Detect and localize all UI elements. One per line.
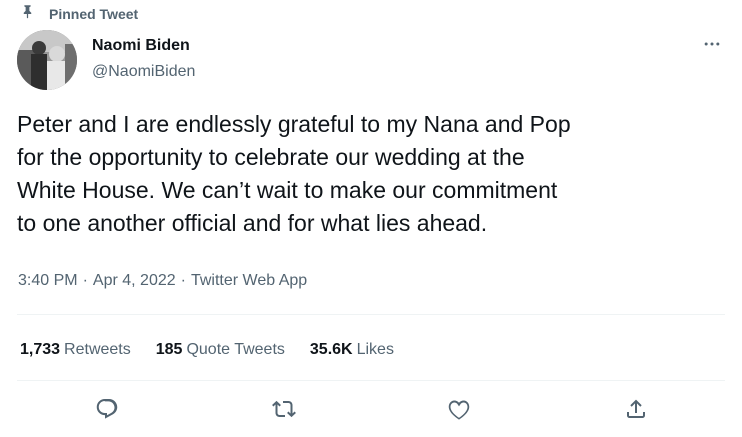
action-bar xyxy=(0,398,742,424)
likes-label: Likes xyxy=(356,341,394,358)
author-display-name[interactable]: Naomi Biden xyxy=(92,36,195,56)
retweet-button[interactable] xyxy=(271,398,297,424)
tweet-text: Peter and I are endlessly grateful to my… xyxy=(17,111,571,236)
more-options-button[interactable] xyxy=(700,36,724,56)
tweet-time[interactable]: 3:40 PM xyxy=(18,270,78,292)
pin-icon xyxy=(20,4,35,24)
meta-separator: · xyxy=(82,272,88,289)
quote-tweets-count: 185 xyxy=(155,341,183,358)
likes-count: 35.6K xyxy=(309,341,353,358)
retweets-stat[interactable]: 1,733 Retweets xyxy=(20,340,131,360)
like-button[interactable] xyxy=(446,398,472,424)
share-button[interactable] xyxy=(623,398,649,424)
quote-tweets-label: Quote Tweets xyxy=(186,341,285,358)
more-icon xyxy=(702,34,722,59)
pinned-label: Pinned Tweet xyxy=(49,6,139,22)
reply-icon xyxy=(95,397,119,426)
retweets-count: 1,733 xyxy=(20,341,61,358)
avatar[interactable] xyxy=(17,30,77,90)
quote-tweets-stat[interactable]: 185 Quote Tweets xyxy=(156,340,285,360)
pinned-indicator: Pinned Tweet xyxy=(20,4,138,24)
retweets-label: Retweets xyxy=(64,341,131,358)
like-icon xyxy=(447,397,471,426)
author-handle[interactable]: @NaomiBiden xyxy=(92,62,195,82)
tweet-source[interactable]: Twitter Web App xyxy=(191,270,307,292)
engagement-stats: 1,733 Retweets 185 Quote Tweets 35.6K Likes xyxy=(20,340,419,360)
divider xyxy=(17,380,725,381)
avatar-image xyxy=(17,30,77,90)
share-icon xyxy=(624,397,648,426)
author-block[interactable]: Naomi Biden @NaomiBiden xyxy=(92,36,195,82)
meta-separator: · xyxy=(180,272,186,289)
likes-stat[interactable]: 35.6K Likes xyxy=(310,340,394,360)
retweet-icon xyxy=(272,397,296,426)
reply-button[interactable] xyxy=(94,398,120,424)
divider xyxy=(17,314,725,315)
tweet-metadata: 3:40 PM · Apr 4, 2022 · Twitter Web App xyxy=(18,270,307,292)
tweet-date[interactable]: Apr 4, 2022 xyxy=(93,270,176,292)
